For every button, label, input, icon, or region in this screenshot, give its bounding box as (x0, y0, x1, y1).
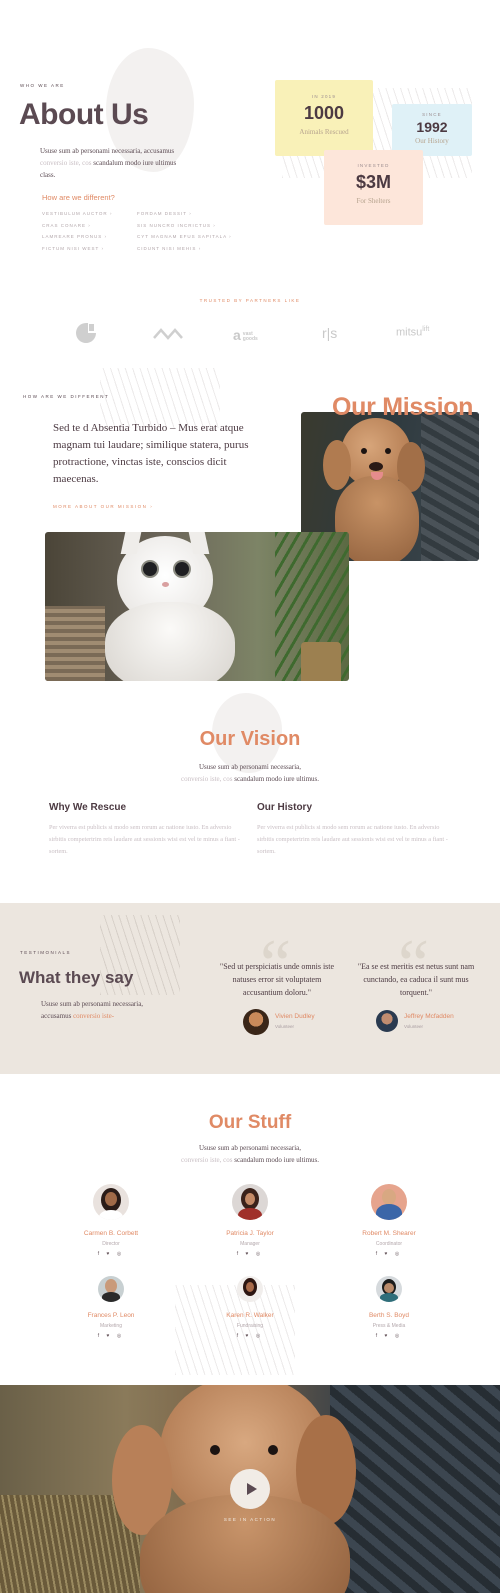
our-history-text: Per viverra est publicis si modo sem ror… (257, 824, 448, 855)
social-icons[interactable]: f ♥ ◎ (190, 1333, 310, 1339)
diff-link[interactable]: Vestibulum auctor › (42, 211, 112, 223)
staff-name: Frances P. Leon (87, 1312, 135, 1319)
stat-label: SINCE (422, 112, 442, 117)
vision-line2-rest: scandalum modo iure ultimus. (232, 775, 320, 783)
stat-sub: Animals Rescued (299, 128, 349, 136)
kitten-photo (45, 532, 349, 681)
play-button[interactable] (230, 1469, 270, 1509)
stat-value: 1000 (303, 103, 345, 123)
vision-intro: Ususe sum ab personami necessaria, conve… (0, 761, 500, 785)
diff-link[interactable]: Cidunt nisi mehis › (137, 246, 232, 258)
stat-sub: Our History (415, 137, 449, 145)
diff-link[interactable]: Cras conare › (42, 223, 112, 235)
social-icons[interactable]: f ♥ ◎ (51, 1333, 171, 1339)
about-intro-end: class. (40, 171, 56, 179)
staff-role: Coordinator (375, 1241, 403, 1247)
social-icons[interactable]: f ♥ ◎ (329, 1333, 449, 1339)
avatar (237, 1276, 263, 1302)
mission-link[interactable]: MORE ABOUT OUR MISSION › (53, 504, 153, 509)
avatar (93, 1184, 129, 1220)
avatar (376, 1276, 402, 1302)
about-title: About Us (19, 98, 149, 131)
testimonial-quote: "Ea se est meritis est netus sunt nam cu… (357, 962, 475, 997)
stat-label: INVESTED (357, 163, 390, 168)
partner-logo-goods: a vast goods (233, 327, 258, 343)
diff-link[interactable]: Fordam dessit › (137, 211, 232, 223)
testimonial-quote: "Sed ut perspiciatis unde omnis iste nat… (219, 962, 335, 997)
partner-logo-c (75, 322, 97, 344)
staff-card: Frances P. Leon Marketing f ♥ ◎ (51, 1276, 171, 1339)
testimonial-name: Vivien Dudley (275, 1013, 315, 1020)
partner-logo-wave (153, 327, 183, 345)
mission-eyebrow: HOW ARE WE DIFFERENT (23, 394, 110, 399)
staff-name: Patricia J. Taylor (226, 1230, 274, 1237)
staff-role: Fundraising (236, 1323, 264, 1329)
staff-card: Karen R. Walker Fundraising f ♥ ◎ (190, 1276, 310, 1339)
mission-text: Sed te d Absentia Turbido – Mus erat atq… (53, 422, 249, 485)
testimonial-avatar (376, 1010, 398, 1032)
our-history-title: Our History (257, 802, 313, 813)
stat-card-rescued: IN 2019 1000 Animals Rescued (275, 80, 373, 156)
staff-intro: Ususe sum ab personami necessaria, conve… (180, 1144, 320, 1164)
staff-name: Robert M. Shearer (362, 1230, 416, 1237)
staff-name: Carmen B. Corbett (83, 1230, 139, 1237)
staff-role: Director (102, 1241, 120, 1247)
stat-card-invested: INVESTED $3M For Shelters (324, 150, 423, 225)
diff-link[interactable]: Lamreare pronus › (42, 234, 112, 246)
staff-role: Marketing (100, 1323, 122, 1329)
testimonials-title: What they say (19, 968, 134, 987)
testimonial-avatar (243, 1009, 269, 1035)
staff-card: Carmen B. Corbett Director f ♥ ◎ (51, 1184, 171, 1257)
about-intro: Ususe sum ab personami necessaria, accus… (40, 145, 200, 181)
stat-sub: For Shelters (356, 197, 391, 205)
testimonial-card: "Sed ut perspiciatis unde omnis iste nat… (212, 960, 342, 999)
testimonials-text: Ususe sum ab personami necessaria, accus… (41, 1000, 144, 1020)
social-icons[interactable]: f ♥ ◎ (190, 1251, 310, 1257)
about-eyebrow: WHO WE ARE (20, 83, 65, 88)
staff-card: Robert M. Shearer Coordinator f ♥ ◎ (329, 1184, 449, 1257)
about-intro-rest: scandalum modo iure ultimus (91, 159, 177, 167)
why-we-rescue-text: Per viverra est publicis si modo sem ror… (49, 824, 240, 855)
video-label: SEE IN ACTION (223, 1517, 277, 1522)
why-we-rescue-title: Why We Rescue (49, 802, 127, 813)
partner-logo-rs: r|s (322, 325, 338, 341)
partners-eyebrow: TRUSTED BY PARTNERS LIKE (199, 298, 301, 303)
social-icons[interactable]: f ♥ ◎ (51, 1251, 171, 1257)
diff-link[interactable]: Cyt magnam efus sapitala › (137, 234, 232, 246)
testimonial-name: Jeffrey Mcfadden (404, 1013, 454, 1020)
diff-links-left: Vestibulum auctor › Cras conare › Lamrea… (42, 211, 112, 257)
about-intro-line1: Ususe sum ab personami necessaria, accus… (40, 147, 175, 155)
mission-title: Our Mission (332, 393, 474, 421)
avatar (232, 1184, 268, 1220)
staff-card: Patricia J. Taylor Manager f ♥ ◎ (190, 1184, 310, 1257)
diff-link[interactable]: Fictum nisi west › (42, 246, 112, 258)
diff-link[interactable]: Sis nuncro incrictus › (137, 223, 232, 235)
staff-card: Berth S. Boyd Press & Media f ♥ ◎ (329, 1276, 449, 1339)
staff-title: Our Stuff (208, 1112, 292, 1133)
partner-logo-mitsu: mitsulift (396, 326, 430, 339)
testimonials-eyebrow: TESTIMONIALS (20, 950, 72, 955)
stat-card-history: SINCE 1992 Our History (392, 104, 472, 156)
vision-line1: Ususe sum ab personami necessaria, (198, 763, 302, 771)
testimonial-card: "Ea se est meritis est netus sunt nam cu… (356, 960, 476, 999)
avatar (98, 1276, 124, 1302)
stat-value: $3M (355, 172, 391, 192)
testimonial-role: Volunteer (275, 1024, 295, 1029)
staff-role: Manager (240, 1241, 260, 1247)
about-intro-faded: conversio iste, cos (40, 159, 92, 167)
diff-heading: How are we different? (42, 193, 115, 202)
social-icons[interactable]: f ♥ ◎ (329, 1251, 449, 1257)
stat-value: 1992 (416, 119, 448, 135)
diff-links-right: Fordam dessit › Sis nuncro incrictus › C… (137, 211, 232, 257)
mission-decor-dashes (100, 368, 220, 428)
avatar (371, 1184, 407, 1220)
vision-line2-faded: conversio iste, cos (180, 775, 233, 783)
play-icon (247, 1483, 257, 1495)
stat-label: IN 2019 (311, 94, 337, 99)
staff-role: Press & Media (372, 1323, 406, 1329)
vision-title: Our Vision (199, 728, 301, 750)
testimonial-role: Volunteer (404, 1024, 424, 1029)
staff-name: Karen R. Walker (226, 1312, 274, 1319)
staff-name: Berth S. Boyd (368, 1312, 410, 1319)
